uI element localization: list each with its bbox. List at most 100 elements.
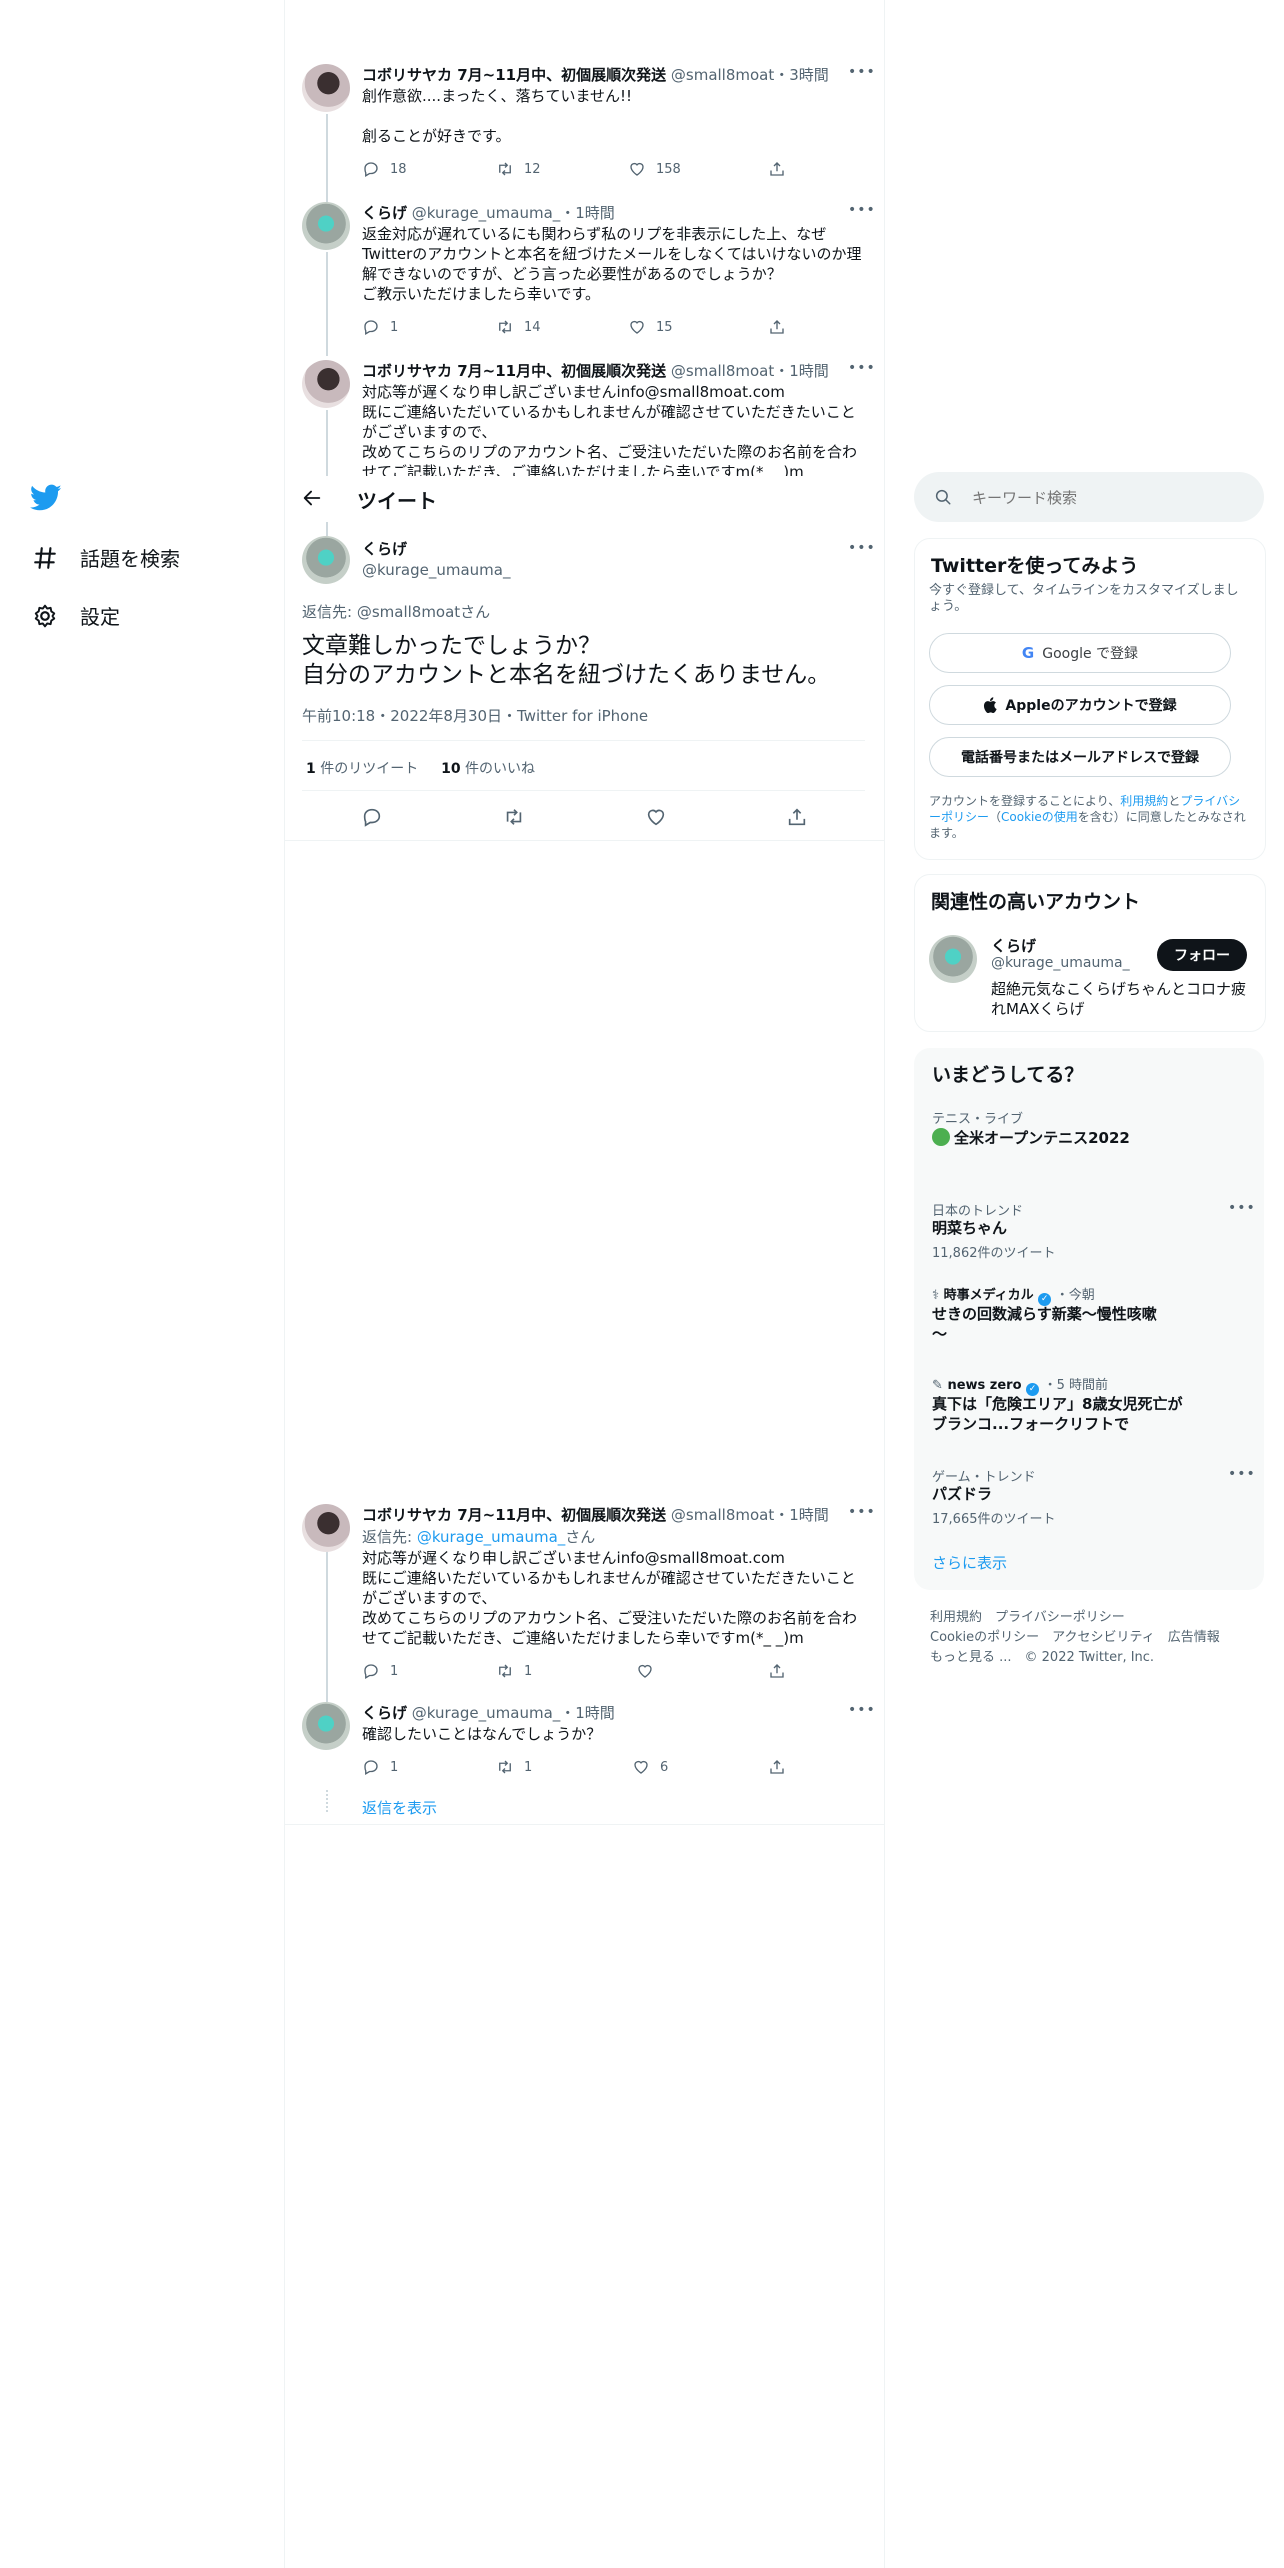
user-handle[interactable]: @small8moat — [671, 1506, 774, 1524]
share-button[interactable] — [768, 160, 786, 178]
user-handle[interactable]: @small8moat — [671, 362, 774, 380]
user-name[interactable]: くらげ — [362, 1704, 407, 1722]
news-headline[interactable]: せきの回数減らす新薬～慢性咳嗽 ～ — [932, 1304, 1157, 1344]
apple-icon — [984, 697, 997, 713]
tweet-time[interactable]: ・3時間 — [774, 66, 829, 84]
related-name[interactable]: くらげ — [991, 935, 1036, 956]
like-count: 6 — [660, 1759, 669, 1775]
footer-links[interactable]: 利用規約 プライバシーポリシー — [930, 1606, 1125, 1625]
back-arrow-icon[interactable] — [301, 487, 323, 513]
apple-signup-button[interactable]: Appleのアカウントで登録 — [929, 685, 1231, 725]
avatar[interactable] — [302, 536, 350, 584]
tweet-timestamp[interactable]: 午前10:18・2022年8月30日・Twitter for iPhone — [302, 705, 648, 726]
retweet-button[interactable]: 12 — [496, 160, 541, 178]
avatar[interactable] — [929, 935, 977, 983]
user-handle[interactable]: @kurage_umauma_ — [412, 204, 560, 222]
avatar[interactable] — [302, 202, 350, 250]
retweet-label[interactable]: 件のリツイート — [320, 761, 418, 777]
like-button[interactable] — [645, 806, 667, 828]
retweet-count[interactable]: 1 — [306, 761, 316, 777]
user-name[interactable]: コボリサヤカ 7月~11月中、初個展順次発送 — [362, 66, 666, 84]
footer-links[interactable]: もっと見る ... © 2022 Twitter, Inc. — [930, 1646, 1154, 1665]
news-source-icon: ⚕ — [932, 1288, 940, 1303]
tweet-header: コボリサヤカ 7月~11月中、初個展順次発送 @small8moat・3時間 — [362, 64, 829, 85]
trend-category: ゲーム・トレンド — [932, 1470, 1036, 1485]
user-handle[interactable]: @small8moat — [671, 66, 774, 84]
reply-to-handle[interactable]: @kurage_umauma_ — [417, 1528, 565, 1546]
reply-icon — [364, 1664, 378, 1679]
more-icon[interactable]: ••• — [848, 1702, 876, 1718]
share-button[interactable] — [768, 1662, 786, 1680]
terms-link[interactable]: 利用規約 — [1120, 794, 1168, 808]
avatar[interactable] — [302, 360, 350, 408]
retweet-icon — [506, 809, 522, 825]
reply-icon — [364, 1760, 378, 1775]
twitter-logo-icon[interactable] — [29, 484, 62, 516]
trend-title[interactable]: パズドラ — [932, 1484, 992, 1504]
more-icon[interactable]: ••• — [1228, 1200, 1256, 1216]
like-button[interactable]: 158 — [628, 160, 681, 178]
more-icon[interactable]: ••• — [848, 64, 876, 80]
sidebar-item-settings[interactable]: 設定 — [32, 601, 120, 630]
like-button[interactable]: 6 — [632, 1758, 668, 1776]
tweet-time[interactable]: ・1時間 — [560, 1704, 615, 1722]
related-handle[interactable]: @kurage_umauma_ — [991, 955, 1130, 971]
show-more-link[interactable]: さらに表示 — [932, 1552, 1007, 1573]
share-button[interactable] — [768, 1758, 786, 1776]
user-name[interactable]: コボリサヤカ 7月~11月中、初個展順次発送 — [362, 1506, 666, 1524]
show-replies-link[interactable]: 返信を表示 — [362, 1797, 437, 1818]
retweet-button[interactable]: 14 — [496, 318, 541, 336]
news-headline[interactable]: 真下は「危険エリア」8歳女児死亡が ブランコ...フォークリフトで — [932, 1394, 1182, 1434]
like-button[interactable] — [636, 1662, 654, 1680]
more-icon[interactable]: ••• — [848, 360, 876, 376]
tweet-time[interactable]: ・1時間 — [560, 204, 615, 222]
heart-icon — [630, 320, 644, 334]
like-label[interactable]: 件のいいね — [465, 761, 535, 777]
more-icon[interactable]: ••• — [848, 540, 876, 556]
user-name[interactable]: くらげ — [362, 204, 407, 222]
more-icon[interactable]: ••• — [1228, 1466, 1256, 1482]
gear-icon — [34, 604, 56, 627]
tweet-text: 対応等が遅くなり申し訳ございませんinfo@small8moat.com 既にご… — [362, 383, 858, 476]
reply-button[interactable]: 1 — [362, 1662, 398, 1680]
more-icon[interactable]: ••• — [848, 1504, 876, 1520]
user-name[interactable]: くらげ — [362, 538, 510, 559]
avatar[interactable] — [302, 64, 350, 112]
user-handle[interactable]: @kurage_umauma_ — [362, 561, 510, 579]
like-button[interactable]: 15 — [628, 318, 673, 336]
search-bar[interactable] — [914, 472, 1264, 522]
reply-button[interactable] — [361, 806, 383, 828]
retweet-icon — [499, 162, 511, 176]
retweet-button[interactable] — [503, 806, 525, 828]
phone-email-signup-label: 電話番号またはメールアドレスで登録 — [961, 750, 1199, 766]
retweet-button[interactable]: 1 — [496, 1758, 532, 1776]
like-count[interactable]: 10 — [441, 761, 460, 777]
google-signup-button[interactable]: G Google で登録 — [929, 633, 1231, 673]
trend-title[interactable]: 明菜ちゃん — [932, 1218, 1007, 1238]
search-input[interactable] — [970, 484, 1244, 512]
sidebar-item-explore[interactable]: 話題を検索 — [32, 543, 180, 572]
user-handle[interactable]: @kurage_umauma_ — [412, 1704, 560, 1722]
share-button[interactable] — [768, 318, 786, 336]
reply-button[interactable]: 1 — [362, 318, 398, 336]
legal-text: （ — [989, 810, 1002, 824]
avatar[interactable] — [302, 1702, 350, 1750]
heart-icon — [634, 1760, 648, 1774]
cookie-link[interactable]: Cookieの使用 — [1001, 810, 1078, 824]
tweet-time[interactable]: ・1時間 — [774, 1506, 829, 1524]
trend-item[interactable]: 全米オープンテニス2022 — [932, 1128, 1130, 1148]
user-name[interactable]: コボリサヤカ 7月~11月中、初個展順次発送 — [362, 362, 666, 380]
reply-button[interactable]: 1 — [362, 1758, 398, 1776]
trends-title: いまどうしてる？ — [932, 1064, 1084, 1086]
reply-to-label[interactable]: 返信先: @small8moatさん — [302, 601, 490, 622]
more-icon[interactable]: ••• — [848, 202, 876, 218]
reply-button[interactable]: 18 — [362, 160, 407, 178]
follow-button[interactable]: フォロー — [1157, 939, 1247, 971]
share-button[interactable] — [786, 806, 808, 828]
retweet-button[interactable]: 1 — [496, 1662, 532, 1680]
avatar[interactable] — [302, 1504, 350, 1552]
reply-suffix: さん — [565, 1528, 596, 1546]
phone-email-signup-button[interactable]: 電話番号またはメールアドレスで登録 — [929, 737, 1231, 777]
tweet-time[interactable]: ・1時間 — [774, 362, 829, 380]
footer-links[interactable]: Cookieのポリシー アクセシビリティ 広告情報 — [930, 1626, 1220, 1645]
